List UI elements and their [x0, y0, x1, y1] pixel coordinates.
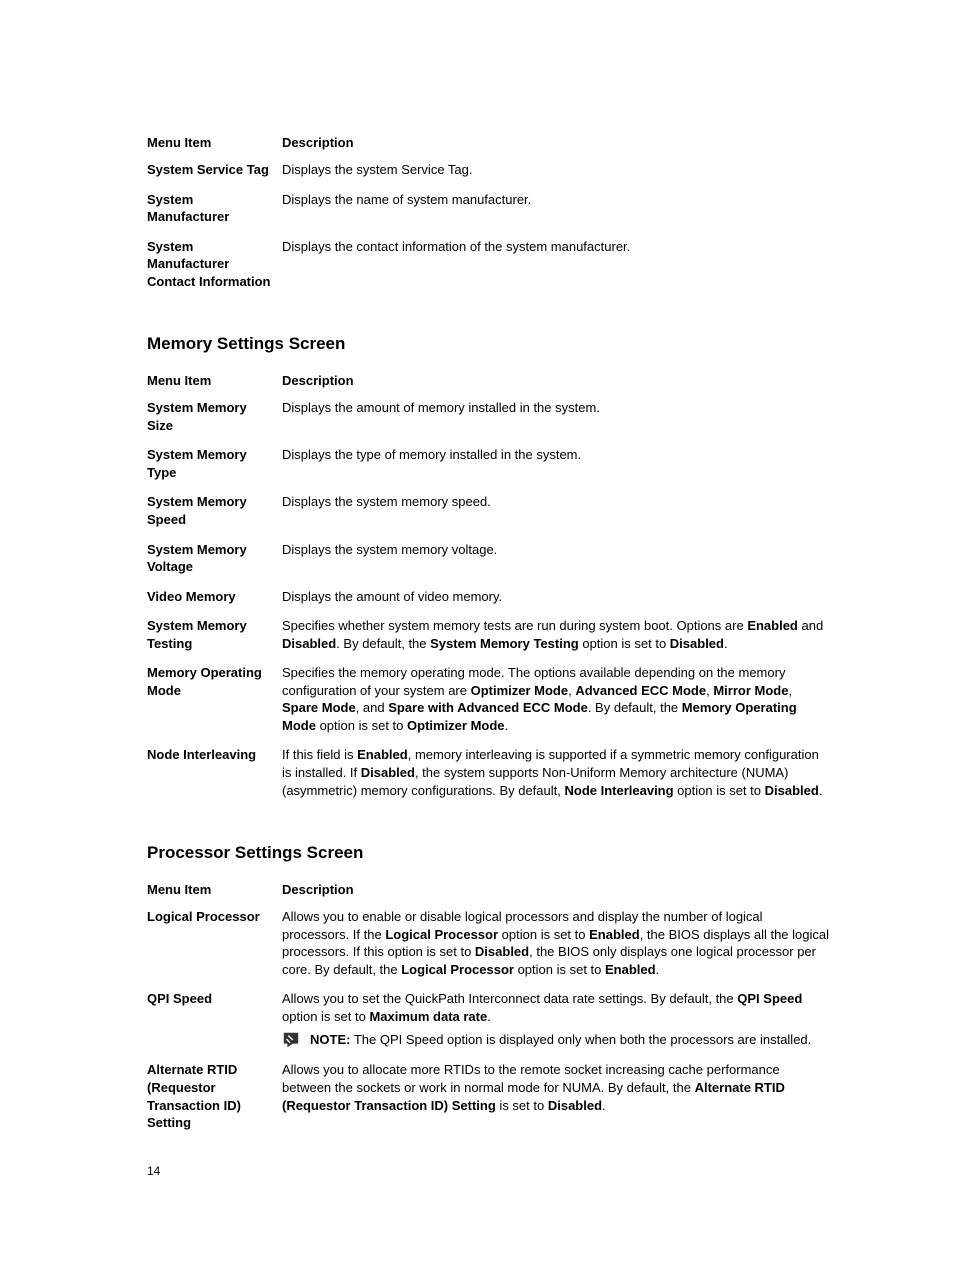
- menu-item-description: Allows you to allocate more RTIDs to the…: [282, 1055, 839, 1137]
- table-row: System Memory SpeedDisplays the system m…: [147, 487, 839, 534]
- processor-settings-heading: Processor Settings Screen: [147, 843, 839, 863]
- menu-item-label: Alternate RTID (Requestor Transaction ID…: [147, 1055, 282, 1137]
- table-row: Memory Operating ModeSpecifies the memor…: [147, 658, 839, 740]
- table-row: Node InterleavingIf this field is Enable…: [147, 740, 839, 805]
- menu-item-label: System Service Tag: [147, 155, 282, 185]
- table-row: Video MemoryDisplays the amount of video…: [147, 582, 839, 612]
- column-header-description: Description: [282, 877, 839, 902]
- menu-item-description: Displays the amount of video memory.: [282, 582, 839, 612]
- menu-item-description: Displays the contact information of the …: [282, 232, 839, 297]
- page-number: 14: [147, 1164, 160, 1178]
- menu-item-description: Displays the name of system manufacturer…: [282, 185, 839, 232]
- column-header-description: Description: [282, 368, 839, 393]
- system-info-table: Menu Item Description System Service Tag…: [147, 130, 839, 296]
- table-row: System Memory SizeDisplays the amount of…: [147, 393, 839, 440]
- table-row: System Service TagDisplays the system Se…: [147, 155, 839, 185]
- column-header-menu: Menu Item: [147, 368, 282, 393]
- table-row: System Manufacturer Contact InformationD…: [147, 232, 839, 297]
- table-row: Logical ProcessorAllows you to enable or…: [147, 902, 839, 984]
- column-header-menu: Menu Item: [147, 877, 282, 902]
- menu-item-description: Displays the type of memory installed in…: [282, 440, 839, 487]
- table-row: QPI SpeedAllows you to set the QuickPath…: [147, 984, 839, 1055]
- memory-settings-heading: Memory Settings Screen: [147, 334, 839, 354]
- menu-item-label: System Memory Testing: [147, 611, 282, 658]
- menu-item-description: Specifies the memory operating mode. The…: [282, 658, 839, 740]
- menu-item-label: System Memory Size: [147, 393, 282, 440]
- column-header-description: Description: [282, 130, 839, 155]
- menu-item-label: Video Memory: [147, 582, 282, 612]
- menu-item-description: Displays the amount of memory installed …: [282, 393, 839, 440]
- processor-settings-table: Menu Item Description Logical ProcessorA…: [147, 877, 839, 1137]
- menu-item-label: System Manufacturer: [147, 185, 282, 232]
- memory-settings-table: Menu Item Description System Memory Size…: [147, 368, 839, 805]
- menu-item-label: System Manufacturer Contact Information: [147, 232, 282, 297]
- menu-item-description: Displays the system memory speed.: [282, 487, 839, 534]
- menu-item-description: Specifies whether system memory tests ar…: [282, 611, 839, 658]
- column-header-menu: Menu Item: [147, 130, 282, 155]
- menu-item-label: Memory Operating Mode: [147, 658, 282, 740]
- table-row: System Memory VoltageDisplays the system…: [147, 535, 839, 582]
- menu-item-description: Displays the system memory voltage.: [282, 535, 839, 582]
- menu-item-label: Logical Processor: [147, 902, 282, 984]
- table-row: System Memory TypeDisplays the type of m…: [147, 440, 839, 487]
- menu-item-description: Allows you to set the QuickPath Intercon…: [282, 984, 839, 1055]
- menu-item-description: Allows you to enable or disable logical …: [282, 902, 839, 984]
- note-text: NOTE: The QPI Speed option is displayed …: [310, 1031, 829, 1049]
- table-row: System ManufacturerDisplays the name of …: [147, 185, 839, 232]
- menu-item-label: System Memory Type: [147, 440, 282, 487]
- menu-item-description: Displays the system Service Tag.: [282, 155, 839, 185]
- menu-item-description: If this field is Enabled, memory interle…: [282, 740, 839, 805]
- menu-item-label: QPI Speed: [147, 984, 282, 1055]
- menu-item-label: Node Interleaving: [147, 740, 282, 805]
- menu-item-label: System Memory Speed: [147, 487, 282, 534]
- menu-item-label: System Memory Voltage: [147, 535, 282, 582]
- note-icon: [282, 1031, 300, 1049]
- table-row: Alternate RTID (Requestor Transaction ID…: [147, 1055, 839, 1137]
- table-row: System Memory TestingSpecifies whether s…: [147, 611, 839, 658]
